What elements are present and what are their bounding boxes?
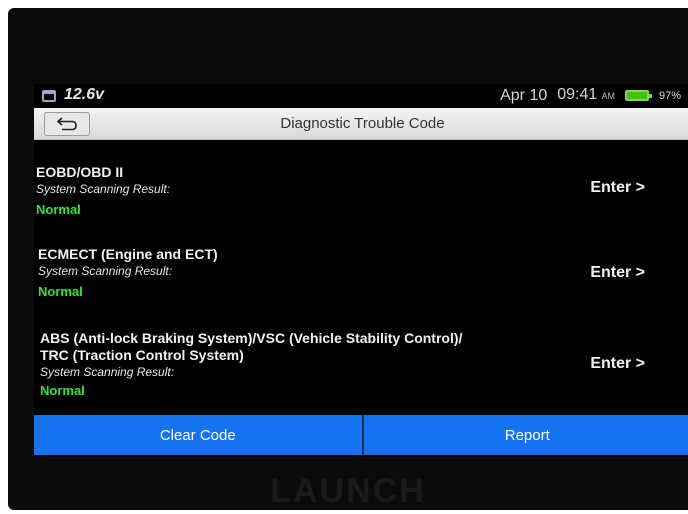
- page-title: Diagnostic Trouble Code: [280, 115, 445, 132]
- system-item-eobd: EOBD/OBD II System Scanning Result: Norm…: [34, 164, 688, 219]
- enter-button-ecmect[interactable]: Enter >: [590, 264, 645, 282]
- report-button[interactable]: Report: [361, 415, 688, 455]
- enter-button-eobd[interactable]: Enter >: [590, 179, 645, 197]
- status-date: Apr 10: [500, 86, 548, 104]
- app-screen: 12.6v Apr 10 09:41 AM 97% Diagnostic Tro: [34, 84, 688, 457]
- tablet-device: 12.6v Apr 10 09:41 AM 97% Diagnostic Tro: [8, 8, 688, 510]
- system-name-line1: ABS (Anti-lock Braking System)/VSC (Vehi…: [40, 330, 463, 346]
- system-item-abs: ABS (Anti-lock Braking System)/VSC (Vehi…: [34, 330, 688, 400]
- scan-status: Normal: [40, 383, 85, 398]
- title-bar: Diagnostic Trouble Code: [34, 108, 688, 140]
- calendar-icon: [42, 90, 56, 102]
- status-ampm: AM: [601, 91, 615, 101]
- status-bar: 12.6v Apr 10 09:41 AM 97%: [34, 84, 688, 106]
- system-name: ECMECT (Engine and ECT): [38, 246, 218, 262]
- scan-status: Normal: [38, 284, 83, 299]
- status-time: 09:41: [557, 86, 598, 103]
- action-bar: Clear Code Report: [34, 415, 688, 455]
- system-item-ecmect: ECMECT (Engine and ECT) System Scanning …: [34, 246, 688, 301]
- battery-percent: 97%: [658, 89, 681, 102]
- brand-logo: LAUNCH: [270, 472, 426, 510]
- battery-icon: [624, 90, 652, 101]
- clear-code-button[interactable]: Clear Code: [34, 415, 362, 455]
- battery-voltage: 12.6v: [64, 86, 105, 103]
- scan-status: Normal: [36, 202, 81, 217]
- enter-button-abs[interactable]: Enter >: [590, 355, 645, 373]
